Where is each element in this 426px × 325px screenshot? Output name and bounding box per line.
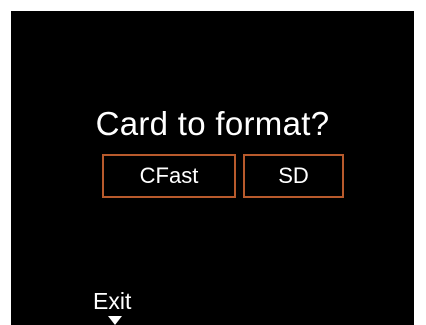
exit-label: Exit: [93, 288, 132, 314]
down-arrow-icon: [108, 316, 122, 325]
dialog-title: Card to format?: [95, 105, 330, 142]
sd-button[interactable]: SD: [243, 154, 344, 198]
format-dialog-screen: Card to format? CFast SD Exit: [11, 11, 414, 325]
exit-button[interactable]: Exit: [91, 288, 141, 325]
cfast-button[interactable]: CFast: [102, 154, 236, 198]
